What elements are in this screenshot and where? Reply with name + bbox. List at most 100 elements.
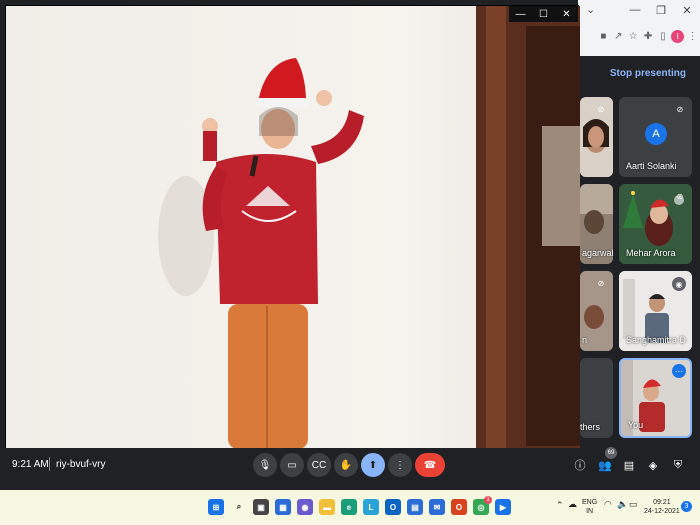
widgets-button[interactable]: ▦	[275, 499, 291, 515]
mic-off-icon: ⊘	[597, 278, 605, 288]
present-button[interactable]: ⬆	[361, 453, 385, 477]
participant-tile[interactable]: ⊘ n	[580, 271, 613, 351]
participant-tile[interactable]: A ⊘ Aarti Solanki	[619, 97, 692, 177]
mic-on-icon: ◉	[672, 277, 686, 291]
task-view-button[interactable]: ▣	[253, 499, 269, 515]
participant-name: Mehar Arora	[626, 248, 676, 258]
more-vert-icon: ⋮	[395, 459, 405, 471]
leave-call-button[interactable]: ☎	[415, 453, 445, 477]
battery-icon[interactable]: ▭	[629, 500, 638, 509]
presented-maximize-button[interactable]: ☐	[532, 6, 555, 22]
office-icon: O	[455, 502, 463, 512]
store-button[interactable]: ▤	[407, 499, 423, 515]
meeting-code: riy-bvuf-vry	[56, 459, 106, 470]
present-icon: ⬆	[368, 459, 378, 471]
self-view-tile[interactable]: ⋯ You	[619, 358, 692, 438]
clock[interactable]: 09:21 24-12-2021	[644, 498, 680, 516]
share-icon[interactable]: ↗	[611, 28, 626, 45]
mic-off-icon: ⊘	[597, 104, 605, 114]
avatar: A	[645, 123, 667, 145]
divider	[49, 457, 50, 471]
store-icon: ▤	[411, 502, 419, 512]
task-view-icon: ▣	[257, 502, 265, 512]
notification-badge[interactable]: 3	[681, 501, 692, 512]
clock-time: 09:21	[653, 499, 671, 506]
chevron-up-icon: ⌃	[556, 500, 564, 510]
participant-count-badge: 69	[605, 447, 617, 459]
others-tile[interactable]: thers	[580, 358, 613, 438]
volume-icon[interactable]: 🔈	[617, 500, 628, 509]
start-button[interactable]: ⊞	[208, 499, 224, 515]
outlook-button[interactable]: O	[385, 499, 401, 515]
outlook-icon: O	[389, 502, 397, 512]
hand-icon: ✋	[339, 459, 353, 471]
chat-app-icon: ◉	[301, 502, 309, 512]
video-frame	[6, 6, 580, 449]
chat-button[interactable]: ▤	[621, 457, 637, 473]
people-button[interactable]: 👥	[597, 457, 613, 473]
captions-icon: CC	[311, 459, 327, 471]
app-badge: 1	[484, 496, 492, 504]
stop-presenting-button[interactable]: Stop presenting	[610, 68, 686, 79]
search-button[interactable]: ⌕	[231, 499, 247, 515]
mic-off-icon: ⊘	[676, 104, 684, 114]
presented-minimize-button[interactable]: —	[509, 6, 532, 22]
mail-icon: ✉	[433, 502, 441, 512]
chrome-restore-button[interactable]: ❐	[648, 0, 674, 20]
wifi-icon[interactable]: ◠	[604, 500, 612, 509]
microphone-icon: 🎙	[258, 459, 272, 471]
call-controls-bar: 9:21 AM riy-bvuf-vry 🎙 ▭ CC ✋ ⬆ ⋮ ☎ ⓘ 👥 …	[0, 448, 700, 490]
widgets-icon: ▦	[279, 502, 287, 512]
play-icon: ▶	[499, 502, 507, 512]
more-options-button[interactable]: ⋮	[388, 453, 412, 477]
app-l-button[interactable]: L	[363, 499, 379, 515]
folder-icon: ▬	[323, 502, 331, 512]
chrome-window-controls: — ❐ ✕	[622, 0, 700, 20]
participant-tile[interactable]: ⊘ Mehar Arora	[619, 184, 692, 264]
tray-overflow-button[interactable]: ⌃	[556, 501, 564, 510]
microphone-button[interactable]: 🎙	[253, 453, 277, 477]
edge-button[interactable]: e	[341, 499, 357, 515]
camera-icon[interactable]: ■	[596, 28, 611, 45]
meeting-details-button[interactable]: ⓘ	[572, 457, 588, 473]
extensions-icon[interactable]: ✚	[641, 28, 656, 45]
participant-tile[interactable]: agarwal	[580, 184, 613, 264]
more-options-icon[interactable]: ⋯	[672, 364, 686, 378]
profile-avatar[interactable]: I	[670, 28, 685, 45]
windows-logo-icon: ⊞	[212, 502, 220, 512]
participant-name: n	[582, 335, 588, 345]
sidebar-icon[interactable]: ▯	[655, 28, 670, 45]
mail-button[interactable]: ✉	[429, 499, 445, 515]
raise-hand-button[interactable]: ✋	[334, 453, 358, 477]
onedrive-icon[interactable]: ☁	[568, 500, 577, 509]
chrome-close-button[interactable]: ✕	[674, 0, 700, 20]
chat-icon: ▤	[623, 459, 635, 472]
star-icon[interactable]: ☆	[626, 28, 641, 45]
office-button[interactable]: O	[451, 499, 467, 515]
participant-name: Aarti Solanki	[626, 161, 677, 171]
captions-button[interactable]: CC	[307, 453, 331, 477]
tab-search-chevron[interactable]: ⌄	[586, 3, 595, 16]
language-indicator[interactable]: ENG IN	[582, 498, 597, 516]
host-controls-button[interactable]: ⛨	[670, 457, 686, 473]
meeting-time: 9:21 AM	[12, 459, 49, 470]
info-icon: ⓘ	[574, 460, 586, 472]
teams-chat-button[interactable]: ◉	[297, 499, 313, 515]
clock-date: 24-12-2021	[644, 508, 680, 515]
chrome-minimize-button[interactable]: —	[622, 0, 648, 20]
media-player-button[interactable]: ▶	[495, 499, 511, 515]
participant-tile[interactable]: ◉ Sanghamitra D	[619, 271, 692, 351]
region-label: IN	[586, 508, 594, 515]
letter-l-icon: L	[368, 502, 374, 512]
camera-button[interactable]: ▭	[280, 453, 304, 477]
presented-close-button[interactable]: ✕	[555, 6, 578, 22]
participant-tile[interactable]: ⊘	[580, 97, 613, 177]
profile-letter: I	[671, 29, 685, 43]
shapes-icon: ◈	[648, 459, 658, 472]
file-explorer-button[interactable]: ▬	[319, 499, 335, 515]
more-vert-icon[interactable]: ⋮	[685, 28, 700, 45]
camera-icon: ▭	[287, 459, 297, 471]
activities-button[interactable]: ◈	[645, 457, 661, 473]
mic-off-icon: ⊘	[676, 191, 684, 201]
participant-name: agarwal	[582, 248, 613, 258]
